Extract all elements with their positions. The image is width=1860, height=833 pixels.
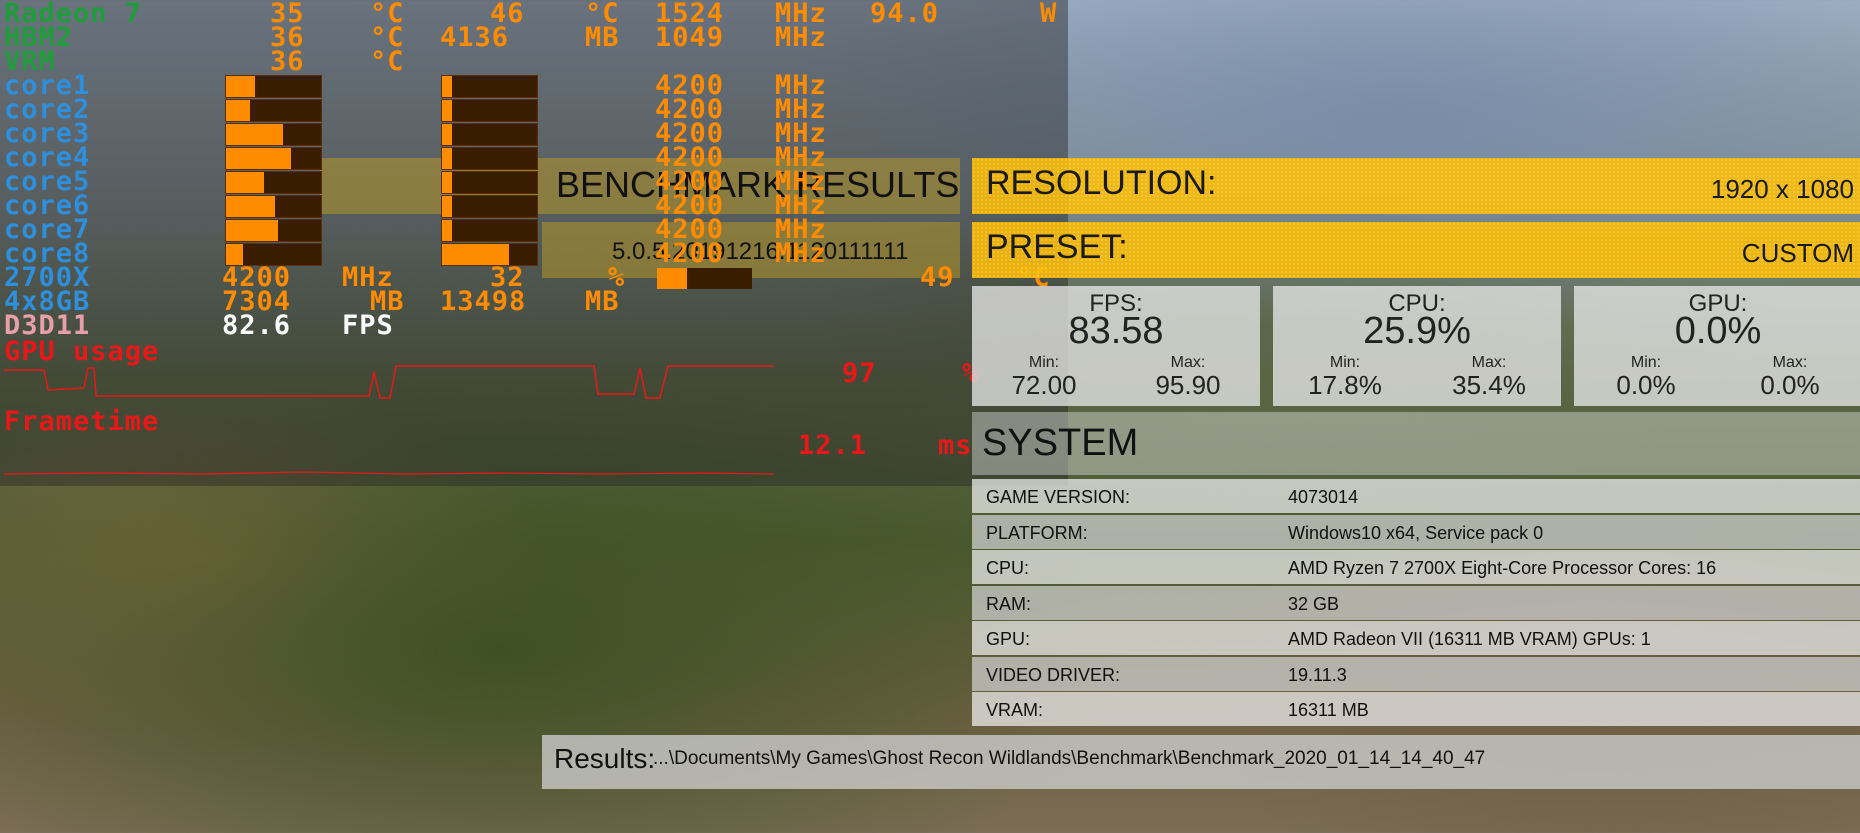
vrm-temp-unit: °C [370, 46, 405, 77]
stat-max-value: 95.90 [1155, 370, 1221, 400]
ram-virtual-unit: MB [585, 286, 620, 317]
stat-min-value: 17.8% [1308, 370, 1382, 400]
system-row: VIDEO DRIVER: 19.11.3 [972, 656, 1860, 691]
system-key: VIDEO DRIVER: [986, 664, 1121, 685]
core-load-bar [441, 123, 538, 146]
preset-bar: PRESET: CUSTOM [972, 222, 1860, 278]
system-key: VRAM: [986, 700, 1044, 720]
system-key: RAM: [986, 593, 1031, 614]
stat-max-value: 35.4% [1452, 370, 1526, 400]
system-header: SYSTEM [972, 412, 1860, 475]
system-value: Windows10 x64, Service pack 0 [1288, 522, 1544, 543]
core-usage-bar [225, 99, 322, 122]
core-load-bar [441, 75, 538, 98]
gpu-usage-value: 97 [842, 358, 877, 389]
core-usage-bar [225, 171, 322, 194]
results-label: Results: [554, 743, 656, 774]
stat-max-value: 0.0% [1760, 370, 1820, 400]
fps-unit: FPS [342, 310, 394, 341]
frametime-unit: ms [938, 430, 973, 461]
gpu-usage-graph [4, 365, 774, 399]
system-row: VRAM: 16311 MB [972, 692, 1860, 726]
core-load-bar [441, 219, 538, 242]
system-key: CPU: [986, 558, 1030, 578]
core-usage-bar [225, 123, 322, 146]
hbm-used: 4136 [440, 22, 510, 53]
core-clock: 4200 [655, 238, 725, 269]
core-clock-unit: MHz [775, 238, 827, 269]
vrm-temp: 36 [270, 46, 305, 77]
results-path: ...\Documents\My Games\Ghost Recon Wildl… [653, 748, 1486, 769]
preset-label: PRESET: [986, 228, 1128, 266]
system-row: GPU: AMD Radeon VII (16311 MB VRAM) GPUs:… [972, 621, 1860, 655]
system-value: AMD Radeon VII (16311 MB VRAM) GPUs: 1 [1288, 629, 1651, 649]
core-usage-bar [225, 219, 322, 242]
stat-min-value: 0.0% [1616, 370, 1676, 400]
system-value: 19.11.3 [1288, 664, 1347, 685]
stat-box: FPS: 83.58 Min: Max: 72.00 95.90 [972, 286, 1260, 406]
system-key: GPU: [986, 629, 1031, 649]
core-load-bar [441, 171, 538, 194]
system-row: PLATFORM: Windows10 x64, Service pack 0 [972, 514, 1860, 549]
preset-value: CUSTOM [1741, 238, 1854, 268]
hbm-clock-unit: MHz [775, 22, 827, 53]
stat-box: GPU: 0.0% Min: Max: 0.0% 0.0% [1574, 286, 1860, 406]
core-load-bar [441, 195, 538, 218]
gpu-power-unit: W [1040, 0, 1058, 29]
frametime-graph [4, 471, 774, 475]
gpu-power: 94.0 [870, 0, 940, 29]
core-load-bar [441, 99, 538, 122]
frametime-value: 12.1 [798, 430, 868, 461]
cpu-temp: 49 [920, 262, 955, 293]
stat-value: 0.0% [1674, 310, 1762, 352]
core-usage-bar [225, 75, 322, 98]
stat-value: 83.58 [1068, 310, 1164, 352]
system-row: RAM: 32 GB [972, 585, 1860, 620]
results-title: BENCHMARK RESULTS [556, 164, 960, 205]
stat-value: 25.9% [1363, 310, 1471, 352]
hbm-used-unit: MB [585, 22, 620, 53]
resolution-label: RESOLUTION: [986, 164, 1217, 202]
api-label: D3D11 [4, 310, 91, 341]
results-path-bar: Results: ...\Documents\My Games\Ghost Re… [542, 735, 1860, 789]
core-usage-bar [225, 147, 322, 170]
fps-value: 82.6 [222, 310, 292, 341]
system-title: SYSTEM [982, 422, 1139, 464]
resolution-bar: RESOLUTION: 1920 x 1080 [972, 158, 1860, 214]
hbm-clock: 1049 [655, 22, 725, 53]
system-value: AMD Ryzen 7 2700X Eight-Core Processor C… [1288, 558, 1717, 578]
system-value: 32 GB [1288, 593, 1340, 614]
system-value: 4073014 [1288, 487, 1359, 507]
system-key: GAME VERSION: [986, 487, 1131, 507]
ram-virtual: 13498 [440, 286, 527, 317]
resolution-value: 1920 x 1080 [1710, 174, 1854, 204]
system-row: GAME VERSION: 4073014 [972, 479, 1860, 513]
stat-box: CPU: 25.9% Min: Max: 17.8% 35.4% [1273, 286, 1561, 406]
core-load-bar [441, 147, 538, 170]
cpu-usage-bar [657, 268, 752, 289]
core-usage-bar [225, 195, 322, 218]
stat-min-value: 72.00 [1011, 370, 1077, 400]
system-key: PLATFORM: [986, 522, 1088, 543]
system-row: CPU: AMD Ryzen 7 2700X Eight-Core Process… [972, 550, 1860, 584]
frametime-label: Frametime [4, 406, 160, 437]
system-value: 16311 MB [1288, 700, 1369, 720]
